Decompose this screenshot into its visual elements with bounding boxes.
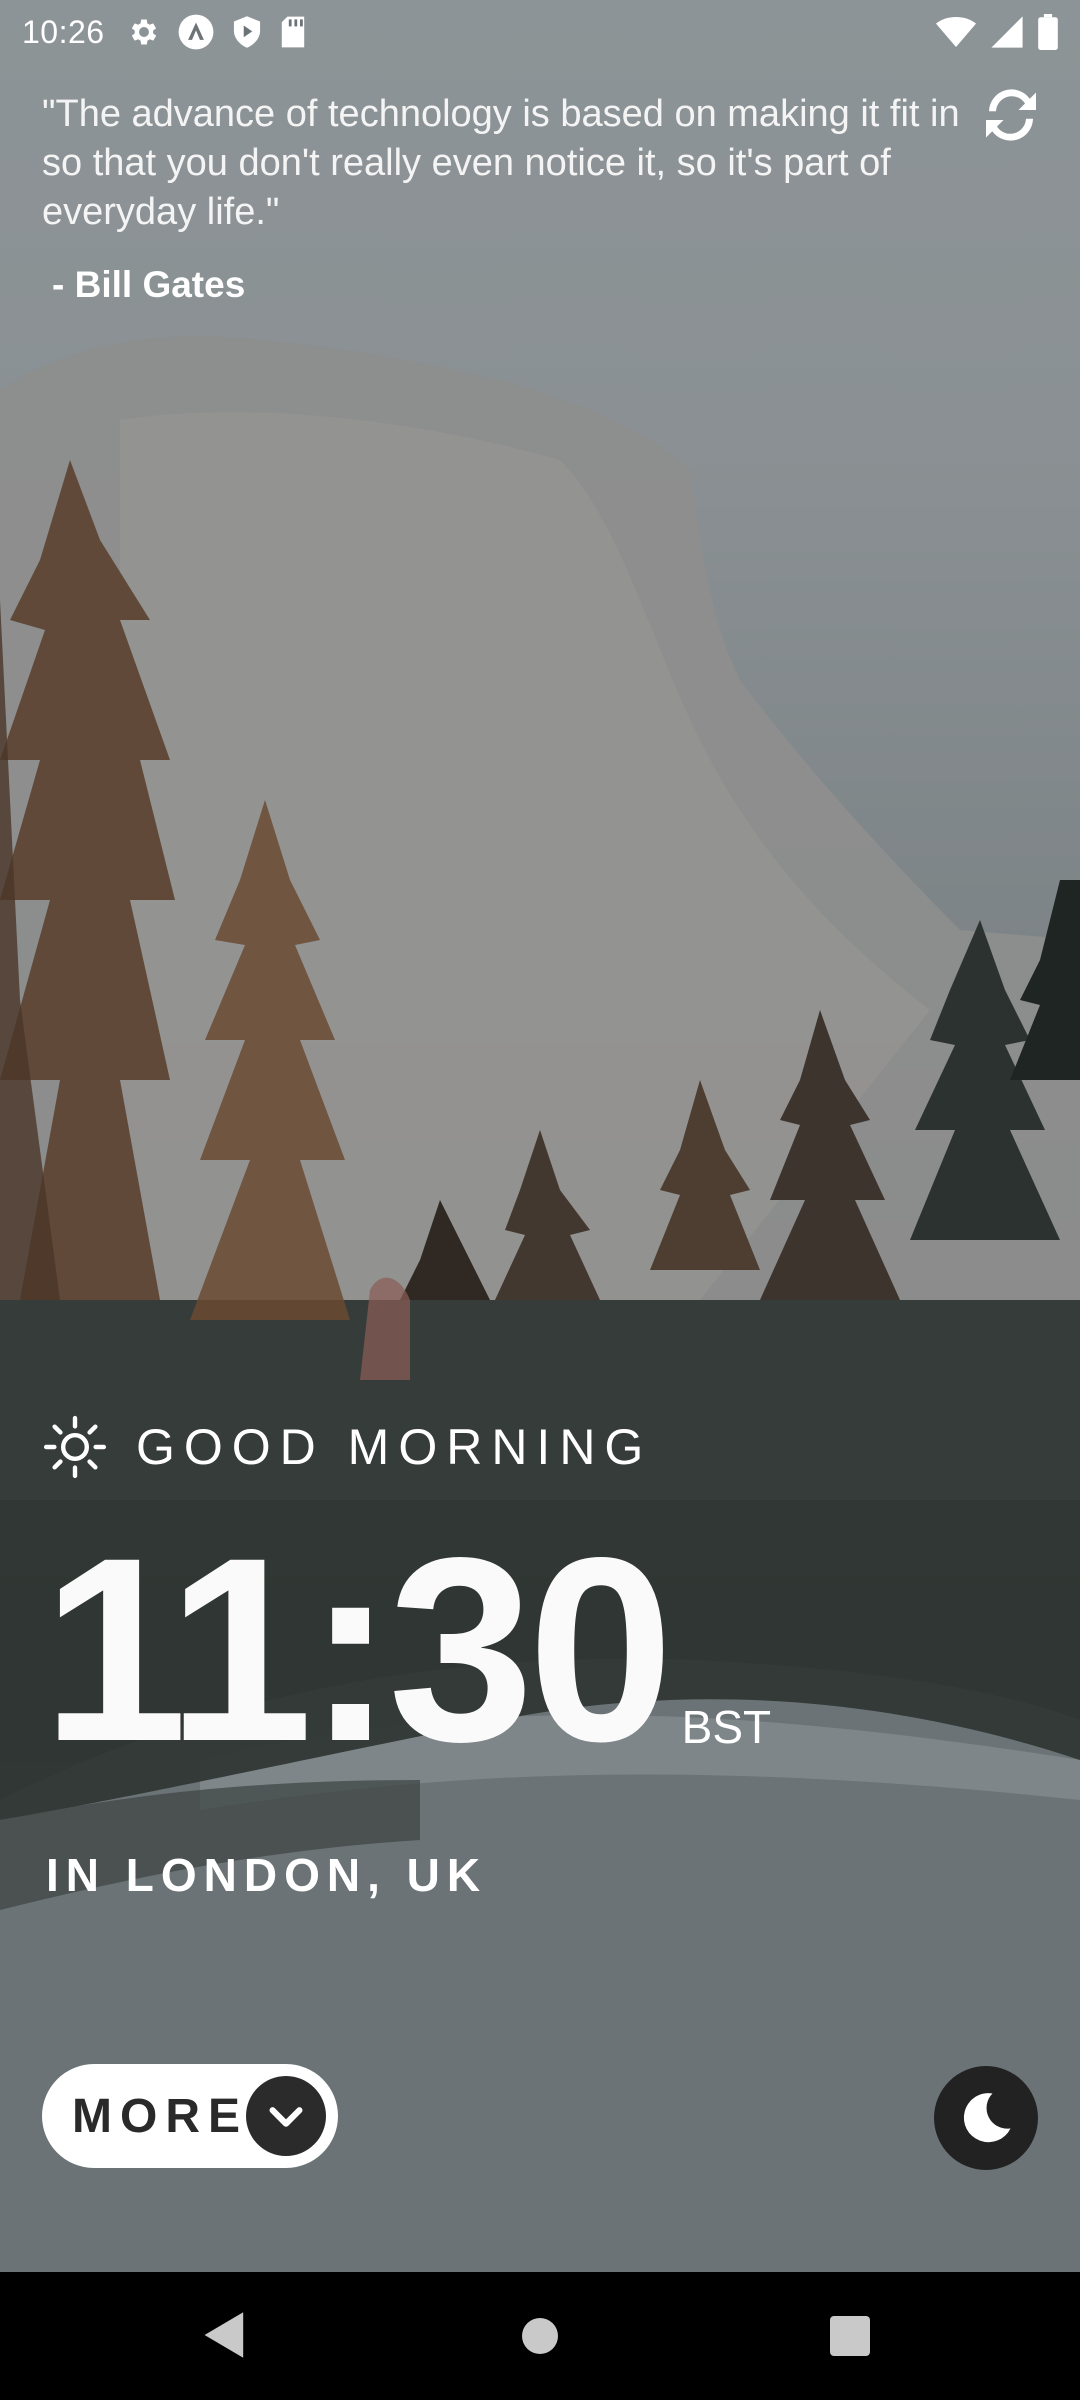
greeting: GOOD MORNING [42,1414,652,1480]
home-icon[interactable] [521,2274,559,2398]
system-nav-bar [0,2272,1080,2400]
chevron-down-icon [246,2076,326,2156]
settings-icon [131,19,156,45]
clock: 11:30 BST [42,1503,772,1796]
landscape-illustration [0,336,1080,2272]
quote-author: - Bill Gates [52,264,246,305]
sd-card-icon [281,16,304,48]
status-time: 10:26 [22,13,105,50]
recents-icon[interactable] [830,2316,870,2356]
refresh-icon [986,89,1036,141]
refresh-quote-button[interactable] [978,82,1044,148]
status-bar-right [936,14,1058,50]
more-button[interactable]: MORE [42,2064,338,2168]
location-label: IN LONDON, UK [46,1849,488,1901]
notification-icons [127,13,307,51]
sun-icon [43,1415,107,1479]
status-bar: 10:26 [0,0,1080,64]
moon-icon [963,2093,1011,2143]
theme-toggle-button[interactable] [934,2066,1038,2170]
battery-icon [1038,14,1058,50]
clock-time: 11:30 [42,1503,674,1796]
shield-play-icon [233,16,260,48]
autofill-icon [178,14,213,50]
signal-icon [991,16,1023,48]
quote-text: "The advance of technology is based on m… [42,93,960,233]
status-bar-left: 10:26 [22,13,307,51]
greeting-text: GOOD MORNING [136,1419,653,1475]
more-button-label: MORE [72,2089,248,2143]
timezone-label: BST [681,1701,772,1753]
back-icon[interactable] [202,2310,248,2360]
background-landscape [0,0,1080,2272]
wifi-icon [936,17,976,47]
